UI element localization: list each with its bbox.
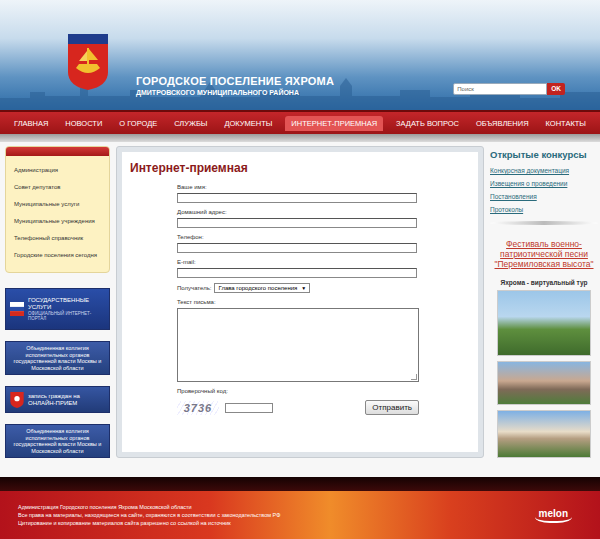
sidebar-item[interactable]: Совет депутатов — [6, 179, 109, 196]
submit-button[interactable]: Отправить — [365, 400, 419, 415]
nav-item[interactable]: ИНТЕРНЕТ-ПРИЕМНАЯ — [285, 116, 383, 131]
captcha-row: 3736 Отправить — [177, 400, 419, 415]
developer-logo[interactable]: melon — [535, 508, 572, 523]
footer-line: Цитирование и копирование материалов сай… — [18, 519, 280, 527]
footer-line: Все права на материалы, находящиеся на с… — [18, 511, 280, 519]
text-input[interactable] — [177, 193, 417, 203]
main-nav: ГЛАВНАЯ НОВОСТИ О ГОРОДЕ СЛУЖБЫ ДОКУМЕНТЫ ИНТ… — [0, 110, 600, 134]
field-label: E-mail: — [177, 258, 470, 266]
emblem-icon — [10, 301, 24, 317]
field-label: Ваше имя: — [177, 183, 470, 191]
nav-item[interactable]: О ГОРОДЕ — [115, 116, 161, 131]
right-sidebar: Открытые конкурсы Конкурсная документаци… — [490, 146, 598, 467]
contest-link[interactable]: Постановления — [490, 190, 598, 203]
captcha-image: 3736 — [177, 401, 219, 415]
title: ГОРОДСКОЕ ПОСЕЛЕНИЕ ЯХРОМА — [136, 75, 334, 87]
message-textarea[interactable] — [177, 308, 419, 382]
footer-body: Администрация Городского поселения Яхром… — [0, 491, 600, 539]
contest-link[interactable]: Конкурсная документация — [490, 164, 598, 177]
sidebar-item[interactable]: Муниципальные учреждения — [6, 213, 109, 230]
select-value: Глава городского поселения — [218, 285, 297, 291]
tour-photo[interactable] — [497, 410, 591, 458]
banner[interactable]: Объединенная коллегия исполнительных орг… — [5, 424, 110, 458]
banner[interactable]: ГОСУДАРСТВЕННЫЕ УСЛУГИ ОФИЦИАЛЬНЫЙ ИНТЕР… — [5, 288, 110, 330]
resize-handle-icon[interactable] — [411, 374, 417, 380]
contest-link[interactable]: Извещения о проведении — [490, 177, 598, 190]
header: ГОРОДСКОЕ ПОСЕЛЕНИЕ ЯХРОМА ДМИТРОВСКОГО … — [0, 0, 600, 110]
tour-photo[interactable] — [497, 290, 591, 356]
coat-icon — [10, 392, 24, 408]
nav-item[interactable]: ЗАДАТЬ ВОПРОС — [392, 116, 463, 131]
sidebar-item[interactable]: Администрация — [6, 162, 109, 179]
banner-title: запись граждан на ОНЛАЙН-ПРИЕМ — [28, 393, 105, 406]
breadcrumb-strip — [0, 134, 600, 142]
field-label: Текст письма: — [177, 298, 470, 306]
tour-title: Яхрома - виртуальный тур — [490, 279, 598, 286]
footer-text: Администрация Городского поселения Яхром… — [18, 503, 280, 527]
divider — [490, 221, 598, 225]
search: Поиск OK — [453, 83, 565, 95]
brand[interactable]: ГОРОДСКОЕ ПОСЕЛЕНИЕ ЯХРОМА ДМИТРОВСКОГО … — [68, 34, 334, 98]
text-input[interactable] — [177, 243, 417, 253]
text-input[interactable] — [177, 268, 417, 278]
tour-photo[interactable] — [497, 361, 591, 405]
field: Ваше имя: — [177, 183, 470, 203]
nav-item[interactable]: ДОКУМЕНТЫ — [220, 116, 276, 131]
banner-subtitle: ОФИЦИАЛЬНЫЙ ИНТЕРНЕТ-ПОРТАЛ — [28, 311, 105, 321]
sidebar-item[interactable]: Городские поселения сегодня — [6, 247, 109, 264]
menu-top — [6, 147, 109, 156]
banner-title: Объединенная коллегия исполнительных орг… — [10, 428, 105, 454]
contests-title: Открытые конкурсы — [490, 149, 598, 160]
banner-title: ГОСУДАРСТВЕННЫЕ УСЛУГИ — [28, 297, 105, 310]
field: Домашний адрес: — [177, 208, 470, 228]
left-sidebar: АдминистрацияСовет депутатовМуниципальны… — [5, 146, 110, 467]
contest-link[interactable]: Протоколы — [490, 203, 598, 216]
search-button[interactable]: OK — [547, 83, 565, 95]
dropdown-arrow-icon: ▼ — [301, 285, 306, 291]
field: Телефон: — [177, 233, 470, 253]
sidebar-menu: АдминистрацияСовет депутатовМуниципальны… — [5, 146, 110, 273]
festival-link[interactable]: Фестиваль военно-патриотической песни "П… — [490, 239, 598, 269]
sidebar-item[interactable]: Телефонный справочник — [6, 230, 109, 247]
field-label: Домашний адрес: — [177, 208, 470, 216]
page: ГОРОДСКОЕ ПОСЕЛЕНИЕ ЯХРОМА ДМИТРОВСКОГО … — [0, 0, 600, 539]
footer-band — [0, 477, 600, 491]
recipient-select[interactable]: Глава городского поселения ▼ — [214, 283, 310, 293]
text-input[interactable] — [177, 218, 417, 228]
field: Получатель: Глава городского поселения ▼ — [177, 283, 470, 293]
banner-title: Объединенная коллегия исполнительных орг… — [10, 345, 105, 371]
coat-of-arms-icon — [68, 34, 108, 90]
banner[interactable]: запись граждан на ОНЛАЙН-ПРИЕМ — [5, 386, 110, 413]
footer-line: Администрация Городского поселения Яхром… — [18, 503, 280, 511]
footer: Администрация Городского поселения Яхром… — [0, 477, 600, 539]
nav-item[interactable]: ОБЪЯВЛЕНИЯ — [472, 116, 533, 131]
captcha-input[interactable] — [225, 403, 273, 413]
sidebar-item[interactable]: Муниципальные услуги — [6, 196, 109, 213]
nav-item[interactable]: КОНТАКТЫ — [542, 116, 590, 131]
form-title: Интернет-приемная — [130, 161, 470, 175]
captcha-field: Проверочный код: 3736 Отправить — [177, 387, 470, 415]
nav-item[interactable]: НОВОСТИ — [61, 116, 106, 131]
nav-item[interactable]: СЛУЖБЫ — [170, 116, 211, 131]
search-input[interactable]: Поиск — [453, 83, 547, 95]
field-label: Получатель: — [177, 284, 211, 292]
field-label: Телефон: — [177, 233, 470, 241]
field: E-mail: — [177, 258, 470, 278]
form: Ваше имя: Домашний адрес: Телефон: E-mai… — [177, 183, 470, 415]
field-label: Проверочный код: — [177, 387, 470, 395]
field: Текст письма: — [177, 298, 470, 382]
form-panel: Интернет-приемная Ваше имя: Домашний адр… — [116, 146, 484, 458]
main: АдминистрацияСовет депутатовМуниципальны… — [0, 142, 600, 477]
nav-item[interactable]: ГЛАВНАЯ — [10, 116, 52, 131]
subtitle: ДМИТРОВСКОГО МУНИЦИПАЛЬНОГО РАЙОНА — [136, 89, 334, 96]
form-card: Интернет-приемная Ваше имя: Домашний адр… — [122, 152, 478, 452]
banner-text: ГОСУДАРСТВЕННЫЕ УСЛУГИ ОФИЦИАЛЬНЫЙ ИНТЕР… — [28, 297, 105, 321]
site-title: ГОРОДСКОЕ ПОСЕЛЕНИЕ ЯХРОМА ДМИТРОВСКОГО … — [136, 75, 334, 98]
banner[interactable]: Объединенная коллегия исполнительных орг… — [5, 341, 110, 375]
